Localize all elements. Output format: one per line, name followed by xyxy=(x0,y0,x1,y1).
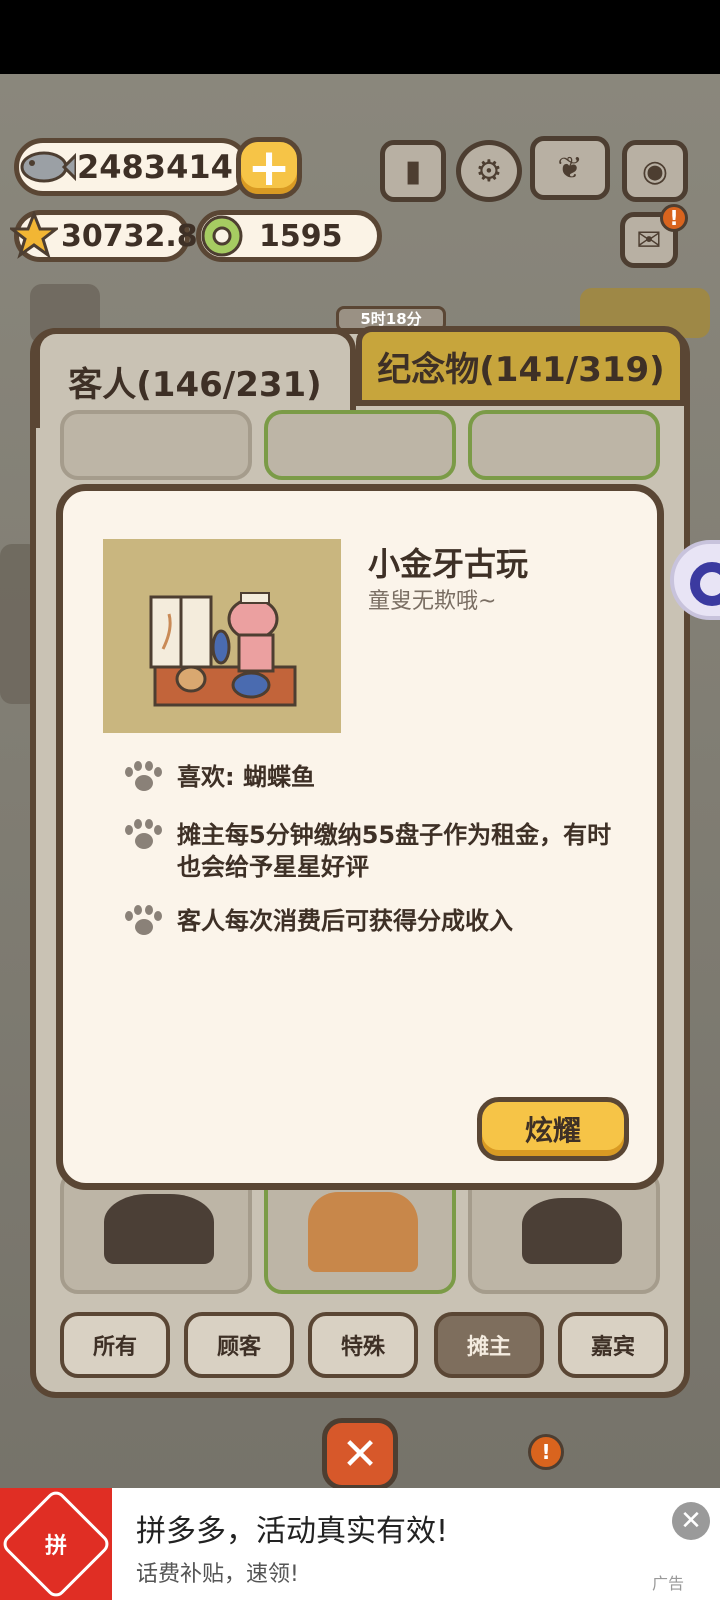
locked-guest-silhouette xyxy=(104,1194,214,1264)
filter-stall-owner-button[interactable]: 摊主 xyxy=(434,1312,544,1378)
guest-card[interactable] xyxy=(468,410,660,480)
filter-customer-button[interactable]: 顾客 xyxy=(184,1312,294,1378)
ranking-icon[interactable]: ▮ xyxy=(380,140,446,202)
trait-text: 客人每次消费后可获得分成收入 xyxy=(177,907,513,935)
add-fish-button[interactable]: + xyxy=(236,137,302,199)
guest-name: 小金牙古玩 xyxy=(368,545,529,583)
guest-tagline: 童叟无欺哦~ xyxy=(368,589,497,614)
guest-card[interactable] xyxy=(264,410,456,480)
trait-item: 摊主每5分钟缴纳55盘子作为租金，有时也会给予星星好评 xyxy=(125,819,617,883)
paw-icon xyxy=(125,905,162,937)
alert-badge-icon: ! xyxy=(528,1434,564,1470)
trait-text: 摊主每5分钟缴纳55盘子作为租金，有时也会给予星星好评 xyxy=(177,821,612,881)
guest-illustration xyxy=(308,1192,418,1272)
trait-item: 喜欢: 蝴蝶鱼 xyxy=(125,761,617,793)
star-count: 30732.8 xyxy=(61,218,198,254)
ad-label: 广告 xyxy=(652,1574,685,1593)
close-button[interactable]: ✕ xyxy=(322,1418,398,1490)
coin-count: 1595 xyxy=(259,218,343,254)
pinduoduo-logo: 拼 xyxy=(0,1487,113,1600)
paw-icon xyxy=(125,761,162,793)
show-off-button[interactable]: 炫耀 xyxy=(477,1097,629,1161)
status-bar xyxy=(0,0,720,74)
trait-text: 喜欢: 蝴蝶鱼 xyxy=(177,763,315,791)
guest-detail-dialog: 小金牙古玩 童叟无欺哦~ 喜欢: 蝴蝶鱼 摊主每5分钟缴纳55盘子作为租金，有时… xyxy=(56,484,664,1190)
ad-subtitle: 话费补贴，速领! xyxy=(136,1562,299,1587)
jade-coin-icon xyxy=(198,212,246,260)
ad-title: 拼多多，活动真实有效! xyxy=(136,1514,449,1549)
paw-icon xyxy=(125,819,162,851)
notification-badge-icon: ! xyxy=(660,204,688,232)
trait-item: 客人每次消费后可获得分成收入 xyxy=(125,905,617,937)
fish-count: 2483414 xyxy=(77,148,233,186)
paw-book-icon[interactable]: ❦ xyxy=(530,136,610,200)
guest-card[interactable] xyxy=(60,410,252,480)
settings-gear-icon[interactable]: ⚙ xyxy=(456,140,522,202)
logo-text: 拼 xyxy=(44,1533,68,1559)
ad-banner[interactable]: 拼 拼多多，活动真实有效! 话费补贴，速领! ✕ 广告 xyxy=(0,1487,720,1600)
locked-guest-silhouette xyxy=(522,1198,622,1264)
guest-portrait xyxy=(103,539,341,733)
camera-icon[interactable]: ◉ xyxy=(622,140,688,202)
fish-icon xyxy=(16,140,76,194)
tab-souvenirs[interactable]: 纪念物(141/319) xyxy=(356,326,686,406)
star-icon xyxy=(10,210,58,260)
close-ad-icon[interactable]: ✕ xyxy=(672,1502,710,1540)
filter-special-button[interactable]: 特殊 xyxy=(308,1312,418,1378)
filter-guest-button[interactable]: 嘉宾 xyxy=(558,1312,668,1378)
filter-all-button[interactable]: 所有 xyxy=(60,1312,170,1378)
